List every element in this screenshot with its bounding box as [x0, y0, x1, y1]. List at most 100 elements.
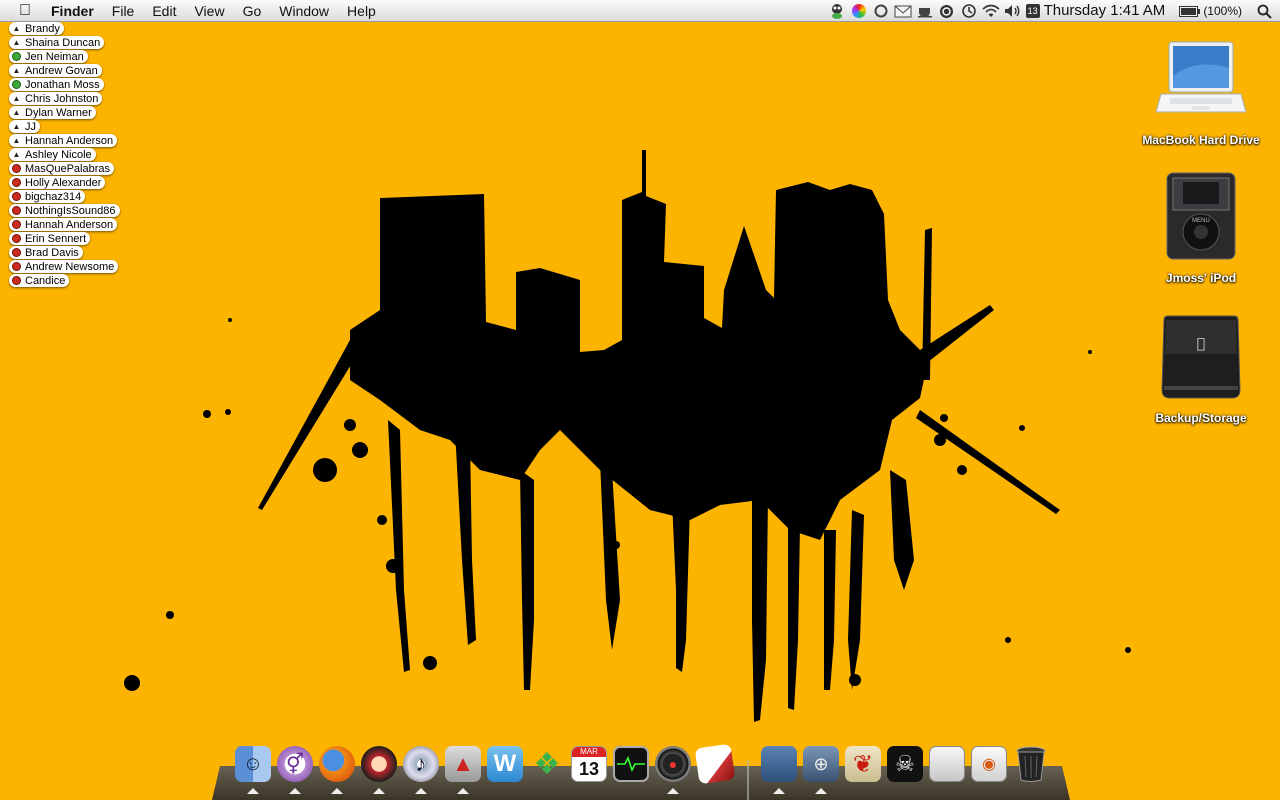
list-item[interactable]: ▲ Andrew Govan — [9, 64, 102, 77]
external-drive-icon:  — [1161, 315, 1241, 399]
list-item[interactable]: NothingIsSound86 — [9, 204, 120, 217]
chili-pepper-icon: ❦ — [845, 746, 881, 782]
buddy-name: Andrew Govan — [25, 64, 98, 77]
away-status-icon — [12, 234, 21, 243]
buddy-name: Brandy — [25, 22, 60, 35]
pirate-character-icon — [361, 746, 397, 782]
dock-item-documents[interactable] — [928, 744, 966, 784]
running-indicator — [289, 788, 301, 794]
list-item[interactable]: ▲ Shaina Duncan — [9, 36, 105, 49]
dock-item-installer[interactable]: ▲ — [444, 744, 482, 794]
buddy-name: Shaina Duncan — [25, 36, 101, 49]
buddy-name: Ashley Nicole — [25, 148, 92, 161]
running-indicator — [773, 788, 785, 794]
pirate-flag-icon: ☠ — [887, 746, 923, 782]
list-item[interactable]: Erin Sennert — [9, 232, 91, 245]
dock-item-firefox[interactable] — [318, 744, 356, 794]
dock-item-adium[interactable]: ⚥ — [276, 744, 314, 794]
buddy-name: Chris Johnston — [25, 92, 99, 105]
venus-mars-icon: ⚥ — [277, 746, 313, 782]
wifi-status-icon: ▲ — [12, 24, 21, 33]
green-character-icon: ❖ — [533, 747, 561, 781]
dock-item-itunes[interactable]: ♪ — [402, 744, 440, 794]
dock-item-finder[interactable]: ☺ — [234, 744, 272, 794]
list-item[interactable]: ▲ JJ — [9, 120, 40, 133]
away-status-icon — [12, 164, 21, 173]
running-indicator — [331, 788, 343, 794]
dock-item-applications-folder[interactable]: ⊕ — [802, 744, 840, 794]
wave-w-icon: W — [487, 746, 523, 782]
wifi-status-icon: ▲ — [12, 94, 21, 103]
list-item[interactable]: ▲ Dylan Warner — [9, 106, 96, 119]
dock-item-activity-monitor[interactable] — [612, 744, 650, 784]
buddy-name: bigchaz314 — [25, 190, 82, 203]
svg-text:MENU: MENU — [1192, 218, 1210, 224]
wifi-status-icon: ▲ — [12, 108, 21, 117]
wifi-status-icon: ▲ — [12, 122, 21, 131]
calendar-icon: MAR 13 — [571, 746, 607, 782]
buddy-name: Dylan Warner — [25, 106, 92, 119]
buddy-name: Candice — [25, 274, 66, 287]
dock: ☺ ⚥ ♪ ▲ W ❖ MAR 13 ● ⊕ ❦ ☠ ◉ — [212, 743, 1070, 800]
wifi-status-icon: ▲ — [12, 136, 21, 145]
away-status-icon — [12, 178, 21, 187]
list-item[interactable]: ▲ Chris Johnston — [9, 92, 103, 105]
list-item[interactable]: Brad Davis — [9, 246, 83, 259]
dock-item-pepper-app[interactable]: ❦ — [844, 744, 882, 784]
dock-item-textedit[interactable] — [694, 743, 736, 785]
dock-item-disk-utility[interactable]: ● — [654, 744, 692, 794]
activity-monitor-icon — [613, 746, 649, 782]
idle-status-icon — [12, 80, 21, 89]
running-indicator — [247, 788, 259, 794]
documents-stack-icon — [929, 746, 965, 782]
desktop-icon-backup-storage[interactable]:  Backup/Storage — [1131, 314, 1271, 425]
window-stack-icon: ◉ — [971, 746, 1007, 782]
dock-item-trash[interactable] — [1012, 744, 1050, 784]
desktop-icon-label: Backup/Storage — [1155, 411, 1247, 425]
desktop-icon-macbook-hard-drive[interactable]: MacBook Hard Drive — [1131, 38, 1271, 147]
buddy-name: Jonathan Moss — [25, 78, 100, 91]
list-item[interactable]: ▲ Brandy — [9, 22, 64, 35]
list-item[interactable]: Andrew Newsome — [9, 260, 119, 273]
list-item[interactable]: Jonathan Moss — [9, 78, 104, 91]
buddy-name: MasQuePalabras — [25, 162, 110, 175]
desktop-icon-label: Jmoss' iPod — [1165, 271, 1237, 285]
desktop-icon-ipod[interactable]: MENU Jmoss' iPod — [1131, 172, 1271, 285]
dock-divider[interactable] — [747, 760, 749, 800]
away-status-icon — [12, 192, 21, 201]
away-status-icon — [12, 262, 21, 271]
buddy-name: Andrew Newsome — [25, 260, 115, 273]
buddy-name: Erin Sennert — [25, 232, 87, 245]
list-item[interactable]: ▲ Hannah Anderson — [9, 134, 118, 147]
dock-item-network-app[interactable]: ❖ — [528, 744, 566, 784]
list-item[interactable]: Jen Neiman — [9, 50, 88, 63]
buddy-name: Hannah Anderson — [25, 134, 114, 147]
list-item[interactable]: MasQuePalabras — [9, 162, 114, 175]
dock-item-pirate-flag[interactable]: ☠ — [886, 744, 924, 784]
firefox-icon — [319, 746, 355, 782]
wallpaper-ink-skyline — [124, 150, 1131, 722]
gauge-dial-icon: ● — [655, 746, 691, 782]
dock-item-stack-folder[interactable] — [760, 744, 798, 794]
buddy-name: JJ — [25, 120, 36, 133]
buddy-name: Holly Alexander — [25, 176, 102, 189]
desktop-icon-label: MacBook Hard Drive — [1142, 133, 1260, 147]
list-item[interactable]: ▲ Ashley Nicole — [9, 148, 96, 161]
dock-item-wireshark[interactable]: W — [486, 744, 524, 784]
list-item[interactable]: bigchaz314 — [9, 190, 86, 203]
running-indicator — [815, 788, 827, 794]
installer-joystick-icon: ▲ — [445, 746, 481, 782]
dock-item-pirate-app[interactable] — [360, 744, 398, 794]
buddy-name: Jen Neiman — [25, 50, 84, 63]
list-item[interactable]: Candice — [9, 274, 70, 287]
away-status-icon — [12, 220, 21, 229]
list-item[interactable]: Holly Alexander — [9, 176, 106, 189]
svg-text::  — [1197, 336, 1205, 352]
wifi-status-icon: ▲ — [12, 66, 21, 75]
running-indicator — [415, 788, 427, 794]
folder-stack-icon — [761, 746, 797, 782]
wifi-status-icon: ▲ — [12, 150, 21, 159]
list-item[interactable]: Hannah Anderson — [9, 218, 118, 231]
dock-item-downloads[interactable]: ◉ — [970, 744, 1008, 784]
dock-item-ical[interactable]: MAR 13 — [570, 744, 608, 784]
